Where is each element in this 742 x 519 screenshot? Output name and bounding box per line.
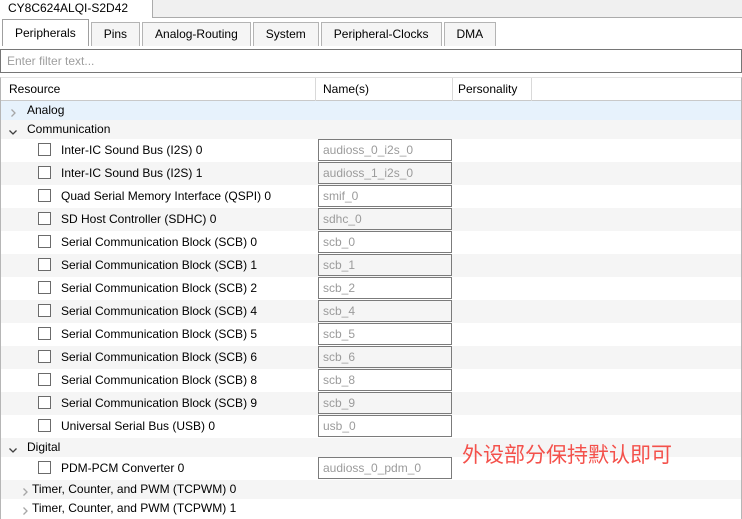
annotation-text: 外设部分保持默认即可 [462,443,672,468]
resource-row-audioss-1-i2s-0[interactable]: Inter-IC Sound Bus (I2S) 1 audioss_1_i2s_… [1,162,741,185]
resource-checkbox[interactable] [38,396,51,409]
resource-name-input[interactable]: audioss_0_i2s_0 [318,139,452,161]
resource-checkbox[interactable] [38,258,51,271]
resource-name-input[interactable]: smif_0 [318,185,452,207]
resource-row-scb-2[interactable]: Serial Communication Block (SCB) 2 scb_2 [1,277,741,300]
resource-checkbox[interactable] [38,189,51,202]
resource-name-input[interactable]: audioss_1_i2s_0 [318,162,452,184]
column-divider [315,78,316,101]
resource-name-input[interactable]: audioss_0_pdm_0 [318,457,452,479]
resource-name-input[interactable]: scb_0 [318,231,452,253]
resource-row-scb-9[interactable]: Serial Communication Block (SCB) 9 scb_9 [1,392,741,415]
resource-label: Serial Communication Block (SCB) 5 [61,323,257,346]
resource-row-smif-0[interactable]: Quad Serial Memory Interface (QSPI) 0 smi… [1,185,741,208]
chevron-down-icon[interactable] [8,124,18,134]
tab-bar: PeripheralsPinsAnalog-RoutingSystemPerip… [2,18,498,46]
chevron-right-icon[interactable] [20,503,30,513]
resource-checkbox[interactable] [38,166,51,179]
resource-label: Serial Communication Block (SCB) 9 [61,392,257,415]
resource-checkbox[interactable] [38,304,51,317]
resource-label: SD Host Controller (SDHC) 0 [61,208,216,231]
column-divider [531,78,532,101]
resource-checkbox[interactable] [38,143,51,156]
tab-analog-routing[interactable]: Analog-Routing [142,22,251,46]
chevron-down-icon[interactable] [8,442,18,452]
resource-label: Inter-IC Sound Bus (I2S) 1 [61,162,202,185]
table-header: Resource Name(s) Personality [1,78,741,101]
resource-row-audioss-0-i2s-0[interactable]: Inter-IC Sound Bus (I2S) 0 audioss_0_i2s_… [1,139,741,162]
resource-name-input[interactable]: scb_6 [318,346,452,368]
chevron-right-icon[interactable] [20,484,30,494]
resource-name-input[interactable]: scb_4 [318,300,452,322]
resource-label: Serial Communication Block (SCB) 2 [61,277,257,300]
resource-row-scb-1[interactable]: Serial Communication Block (SCB) 1 scb_1 [1,254,741,277]
resource-row-usb-0[interactable]: Universal Serial Bus (USB) 0 usb_0 [1,415,741,438]
resource-row-scb-4[interactable]: Serial Communication Block (SCB) 4 scb_4 [1,300,741,323]
resource-label: Serial Communication Block (SCB) 8 [61,369,257,392]
resource-row-sdhc-0[interactable]: SD Host Controller (SDHC) 0 sdhc_0 [1,208,741,231]
tree-group-timer-counter-and-pwm-tcpwm-1[interactable]: Timer, Counter, and PWM (TCPWM) 1 [1,499,741,518]
resource-checkbox[interactable] [38,212,51,225]
tab-dma[interactable]: DMA [444,22,497,46]
resource-label: Quad Serial Memory Interface (QSPI) 0 [61,185,271,208]
resource-name-input[interactable]: scb_1 [318,254,452,276]
filter-input[interactable] [0,49,742,73]
resource-checkbox[interactable] [38,373,51,386]
tab-peripheral-clocks[interactable]: Peripheral-Clocks [321,22,442,46]
resource-name-input[interactable]: scb_9 [318,392,452,414]
resource-label: Serial Communication Block (SCB) 6 [61,346,257,369]
resource-checkbox[interactable] [38,281,51,294]
resource-name-input[interactable]: scb_5 [318,323,452,345]
resource-checkbox[interactable] [38,235,51,248]
resource-name-input[interactable]: scb_8 [318,369,452,391]
resource-row-scb-6[interactable]: Serial Communication Block (SCB) 6 scb_6 [1,346,741,369]
resource-row-scb-5[interactable]: Serial Communication Block (SCB) 5 scb_5 [1,323,741,346]
resource-checkbox[interactable] [38,419,51,432]
resource-row-scb-8[interactable]: Serial Communication Block (SCB) 8 scb_8 [1,369,741,392]
tree-group-timer-counter-and-pwm-tcpwm-0[interactable]: Timer, Counter, and PWM (TCPWM) 0 [1,480,741,499]
column-header-personality: Personality [458,78,517,100]
device-configurator-window: CY8C624ALQI-S2D42 PeripheralsPinsAnalog-… [0,0,742,519]
tab-peripherals[interactable]: Peripherals [2,19,89,46]
resource-row-scb-0[interactable]: Serial Communication Block (SCB) 0 scb_0 [1,231,741,254]
column-header-resource: Resource [9,78,60,100]
resource-checkbox[interactable] [38,461,51,474]
resource-label: Serial Communication Block (SCB) 4 [61,300,257,323]
resource-name-input[interactable]: usb_0 [318,415,452,437]
column-header-names: Name(s) [323,78,369,100]
document-tab-strip: CY8C624ALQI-S2D42 [0,0,742,18]
tab-pins[interactable]: Pins [91,22,140,46]
resource-checkbox[interactable] [38,350,51,363]
resource-label: Serial Communication Block (SCB) 0 [61,231,257,254]
tab-system[interactable]: System [253,22,319,46]
group-label: Digital [27,438,60,457]
document-tab-device[interactable]: CY8C624ALQI-S2D42 [0,0,153,18]
tree-group-analog[interactable]: Analog [1,101,741,120]
group-label: Communication [27,120,110,139]
chevron-right-icon[interactable] [8,105,18,115]
resource-name-input[interactable]: sdhc_0 [318,208,452,230]
group-label: Timer, Counter, and PWM (TCPWM) 0 [32,480,236,499]
tree-group-communication[interactable]: Communication [1,120,741,139]
resource-name-input[interactable]: scb_2 [318,277,452,299]
resource-label: Universal Serial Bus (USB) 0 [61,415,215,438]
group-label: Timer, Counter, and PWM (TCPWM) 1 [32,499,236,518]
group-label: Analog [27,101,64,120]
resource-label: PDM-PCM Converter 0 [61,457,184,480]
resource-label: Serial Communication Block (SCB) 1 [61,254,257,277]
resource-label: Inter-IC Sound Bus (I2S) 0 [61,139,202,162]
resource-checkbox[interactable] [38,327,51,340]
column-divider [452,78,453,101]
